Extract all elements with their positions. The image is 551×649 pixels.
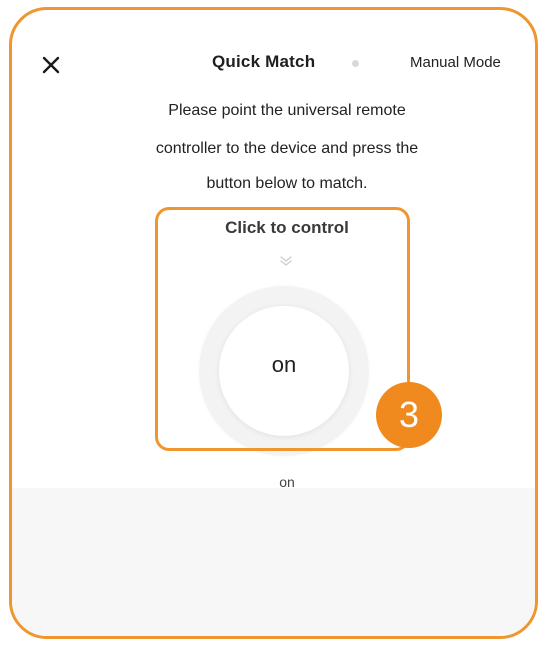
close-icon[interactable] (40, 54, 62, 76)
page-title: Quick Match (212, 52, 316, 71)
manual-mode-button[interactable]: Manual Mode (410, 54, 501, 71)
instruction-line-2: controller to the device and press the (155, 140, 419, 157)
match-dialog: Quick Match Manual Mode Please point the… (9, 7, 538, 639)
instruction-line-1: Please point the universal remote (168, 102, 406, 119)
button-caption: on (279, 474, 295, 490)
step-badge: 3 (376, 382, 442, 448)
lower-background (12, 488, 535, 636)
highlight-box (155, 207, 410, 451)
tab-indicator-dot (352, 60, 359, 67)
instruction-line-3: button below to match. (206, 175, 368, 192)
